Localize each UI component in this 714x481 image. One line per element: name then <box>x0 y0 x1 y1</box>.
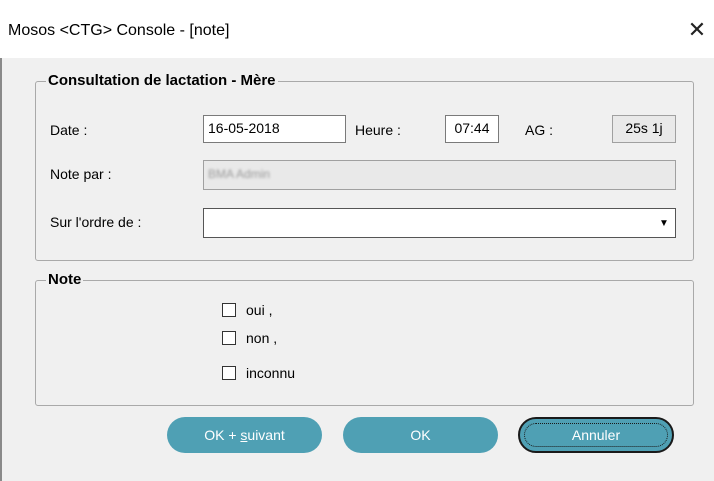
ok-suivant-rest: uivant <box>247 427 285 443</box>
dialog-window: Mosos <CTG> Console - [note] ✕ Consultat… <box>0 0 714 481</box>
checkbox-oui-box[interactable] <box>222 303 236 317</box>
ag-field: 25s 1j <box>612 115 676 143</box>
note-legend: Note <box>46 271 84 289</box>
ok-label: OK <box>410 427 431 443</box>
checkbox-inconnu[interactable]: inconnu <box>222 365 295 381</box>
consultation-group: Consultation de lactation - Mère Date : … <box>35 72 694 261</box>
ok-suivant-mnemonic: s <box>240 427 248 443</box>
note-par-value: BMA Admin <box>208 167 271 181</box>
ok-suivant-button[interactable]: OK + s uivant <box>167 417 322 453</box>
checkbox-oui-label: oui , <box>246 302 273 318</box>
ok-button[interactable]: OK <box>343 417 498 453</box>
consultation-legend: Consultation de lactation - Mère <box>46 72 278 90</box>
date-label: Date : <box>50 122 88 138</box>
window-left-border <box>0 58 2 481</box>
window-title: Mosos <CTG> Console - [note] <box>8 22 230 39</box>
ordre-label: Sur l'ordre de : <box>50 214 142 230</box>
focus-ring <box>524 423 668 447</box>
checkbox-oui[interactable]: oui , <box>222 302 272 318</box>
note-par-label: Note par : <box>50 166 112 182</box>
annuler-button[interactable]: Annuler <box>518 417 674 453</box>
ordre-combobox[interactable]: ▼ <box>203 208 676 238</box>
checkbox-inconnu-box[interactable] <box>222 366 236 380</box>
ag-label: AG : <box>525 122 554 138</box>
date-field[interactable]: 16-05-2018 <box>203 115 346 143</box>
chevron-down-icon[interactable]: ▼ <box>655 211 673 235</box>
heure-label: Heure : <box>355 122 401 138</box>
heure-field[interactable]: 07:44 <box>445 115 499 143</box>
close-icon[interactable]: ✕ <box>686 18 708 42</box>
note-par-field: BMA Admin <box>203 160 676 190</box>
checkbox-inconnu-label: inconnu <box>246 365 296 381</box>
checkbox-non[interactable]: non , <box>222 330 277 346</box>
checkbox-non-box[interactable] <box>222 331 236 345</box>
ok-suivant-prefix: OK + <box>204 427 241 443</box>
checkbox-non-label: non , <box>246 330 278 346</box>
note-group: Note oui , non , inconnu <box>35 271 694 406</box>
title-bar: Mosos <CTG> Console - [note] ✕ <box>0 0 714 58</box>
